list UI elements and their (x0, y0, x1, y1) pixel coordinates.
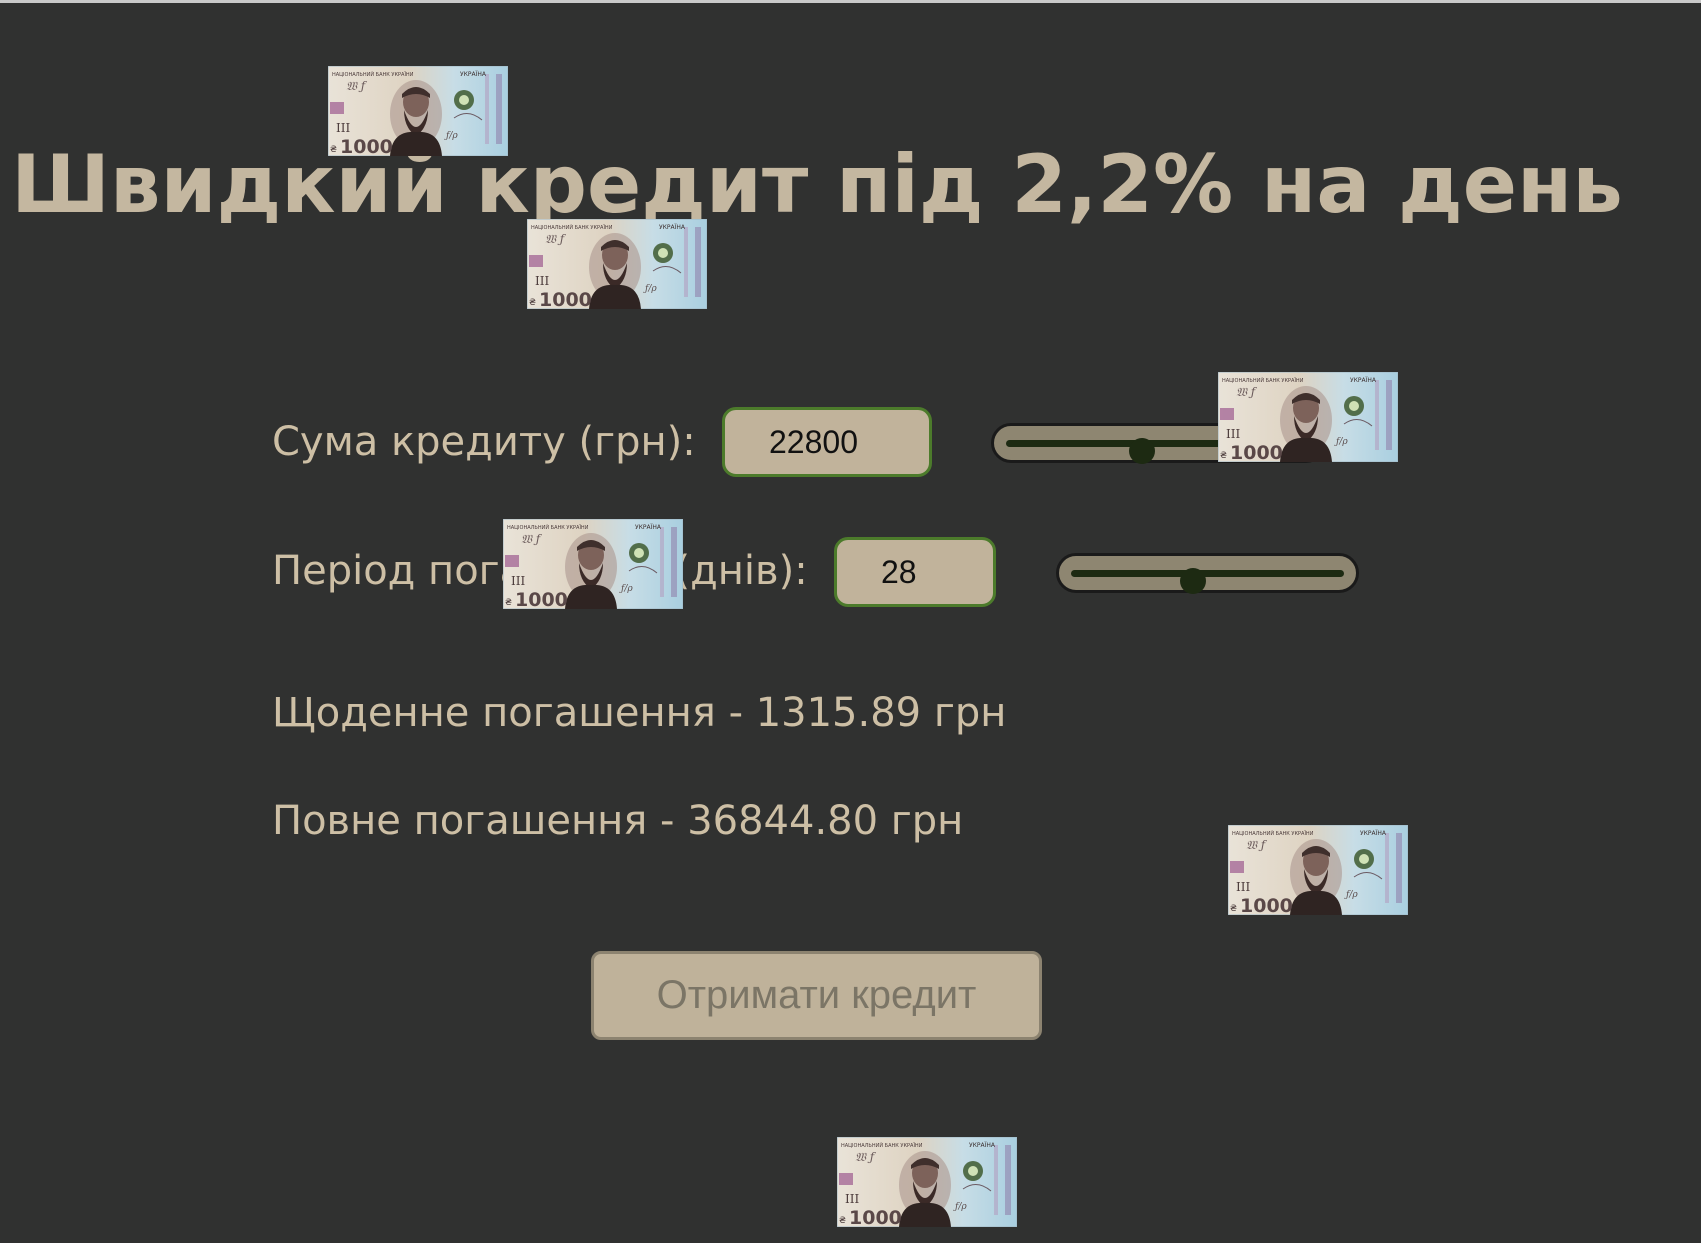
loan-amount-label: Сума кредиту (грн): (272, 419, 696, 465)
svg-text:НАЦІОНАЛЬНИЙ БАНК УКРАЇНИ: НАЦІОНАЛЬНИЙ БАНК УКРАЇНИ (507, 524, 589, 531)
svg-text:₴: ₴ (839, 1216, 846, 1226)
total-payment-text: Повне погашення - 36844.80 грн (272, 798, 964, 844)
svg-text:𝔚 ƒ: 𝔚 ƒ (521, 532, 543, 546)
svg-text:УКРАЇНА: УКРАЇНА (1350, 377, 1377, 384)
svg-text:III: III (845, 1192, 859, 1206)
svg-text:УКРАЇНА: УКРАЇНА (1360, 830, 1387, 837)
loan-amount-input[interactable] (722, 407, 932, 477)
svg-text:1000: 1000 (539, 289, 592, 309)
svg-text:1000: 1000 (1230, 442, 1283, 462)
svg-text:₴: ₴ (1220, 451, 1227, 461)
svg-text:𝔚 ƒ: 𝔚 ƒ (1246, 838, 1268, 852)
svg-text:НАЦІОНАЛЬНИЙ БАНК УКРАЇНИ: НАЦІОНАЛЬНИЙ БАНК УКРАЇНИ (1232, 830, 1314, 837)
daily-payment-text: Щоденне погашення - 1315.89 грн (272, 690, 1007, 736)
svg-text:₴: ₴ (330, 145, 337, 155)
svg-text:1000: 1000 (1240, 895, 1293, 915)
svg-text:𝔚 ƒ: 𝔚 ƒ (1236, 385, 1258, 399)
svg-text:НАЦІОНАЛЬНИЙ БАНК УКРАЇНИ: НАЦІОНАЛЬНИЙ БАНК УКРАЇНИ (332, 71, 414, 78)
svg-text:НАЦІОНАЛЬНИЙ БАНК УКРАЇНИ: НАЦІОНАЛЬНИЙ БАНК УКРАЇНИ (531, 224, 613, 231)
svg-text:НАЦІОНАЛЬНИЙ БАНК УКРАЇНИ: НАЦІОНАЛЬНИЙ БАНК УКРАЇНИ (841, 1142, 923, 1149)
period-slider[interactable] (1056, 553, 1359, 594)
svg-text:ƒ/ρ: ƒ/ρ (619, 584, 633, 594)
svg-text:УКРАЇНА: УКРАЇНА (969, 1142, 996, 1149)
banknote-image: НАЦІОНАЛЬНИЙ БАНК УКРАЇНИ УКРАЇНА 𝔚 ƒ ƒ/… (837, 1137, 1017, 1227)
svg-text:ƒ/ρ: ƒ/ρ (643, 284, 657, 294)
window-top-border (0, 0, 1701, 3)
banknote-image: НАЦІОНАЛЬНИЙ БАНК УКРАЇНИ УКРАЇНА 𝔚 ƒ ƒ/… (1228, 825, 1408, 915)
banknote-image: НАЦІОНАЛЬНИЙ БАНК УКРАЇНИ УКРАЇНА 𝔚 ƒ ƒ/… (503, 519, 683, 609)
banknote-image: НАЦІОНАЛЬНИЙ БАНК УКРАЇНИ УКРАЇНА 𝔚 ƒ ƒ/… (1218, 372, 1398, 462)
svg-text:₴: ₴ (505, 598, 512, 608)
svg-text:₴: ₴ (1230, 904, 1237, 914)
svg-text:III: III (336, 121, 350, 135)
period-slider-track (1071, 570, 1344, 577)
svg-text:ƒ/ρ: ƒ/ρ (1334, 437, 1348, 447)
banknote-image: НАЦІОНАЛЬНИЙ БАНК УКРАЇНИ УКРАЇНА 𝔚 ƒ ƒ/… (527, 219, 707, 309)
svg-text:ƒ/ρ: ƒ/ρ (444, 131, 458, 141)
svg-text:УКРАЇНА: УКРАЇНА (635, 524, 662, 531)
svg-text:1000: 1000 (515, 589, 568, 609)
banknote-image: НАЦІОНАЛЬНИЙ БАНК УКРАЇНИ УКРАЇНА 𝔚 ƒ ƒ/… (328, 66, 508, 156)
svg-text:III: III (511, 574, 525, 588)
svg-text:₴: ₴ (529, 298, 536, 308)
period-slider-thumb[interactable] (1179, 568, 1206, 594)
svg-text:𝔚 ƒ: 𝔚 ƒ (545, 232, 567, 246)
period-input[interactable] (834, 537, 996, 607)
svg-text:𝔚 ƒ: 𝔚 ƒ (855, 1150, 877, 1164)
page-title: Швидкий кредит під 2,2% на день (11, 138, 1623, 231)
svg-text:УКРАЇНА: УКРАЇНА (460, 71, 487, 78)
svg-text:III: III (535, 274, 549, 288)
svg-text:1000: 1000 (340, 136, 393, 156)
svg-text:УКРАЇНА: УКРАЇНА (659, 224, 686, 231)
svg-text:НАЦІОНАЛЬНИЙ БАНК УКРАЇНИ: НАЦІОНАЛЬНИЙ БАНК УКРАЇНИ (1222, 377, 1304, 384)
svg-text:𝔚 ƒ: 𝔚 ƒ (346, 79, 368, 93)
svg-text:1000: 1000 (849, 1207, 902, 1227)
svg-text:ƒ/ρ: ƒ/ρ (1344, 890, 1358, 900)
svg-text:III: III (1236, 880, 1250, 894)
loan-amount-slider-thumb[interactable] (1129, 438, 1156, 464)
svg-text:III: III (1226, 427, 1240, 441)
get-credit-button[interactable]: Отримати кредит (591, 951, 1042, 1040)
svg-text:ƒ/ρ: ƒ/ρ (953, 1202, 967, 1212)
